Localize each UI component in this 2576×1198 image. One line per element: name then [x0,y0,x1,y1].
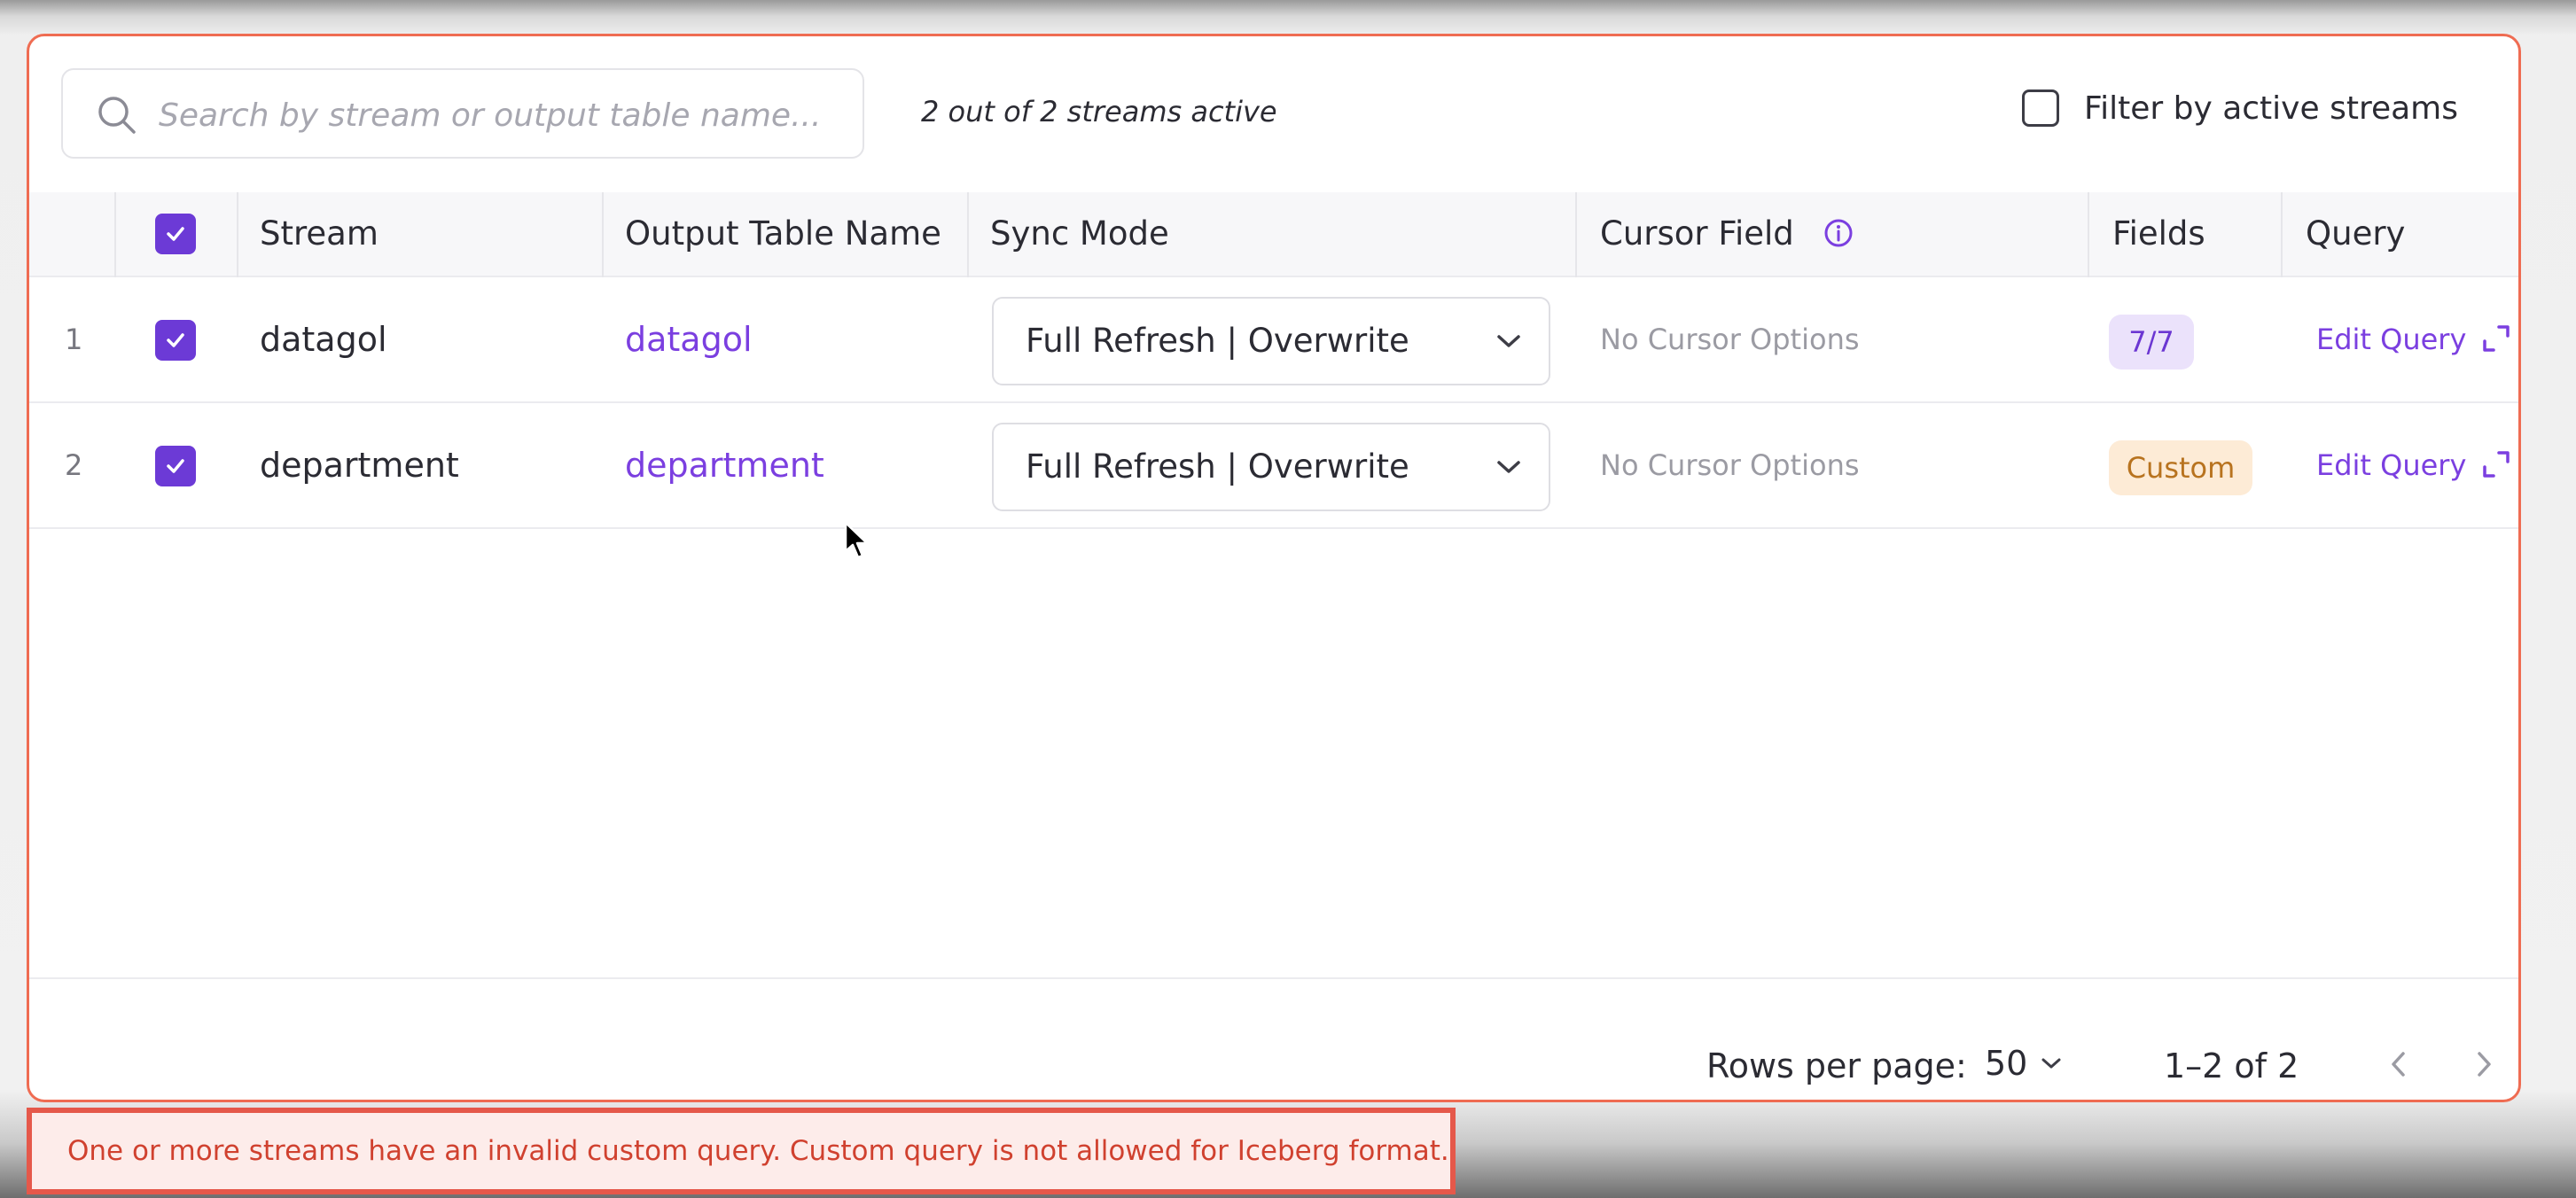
cursor-field-value: No Cursor Options [1600,448,1860,482]
mouse-pointer-icon [844,521,869,559]
row-select-checkbox[interactable] [155,320,196,361]
check-icon [167,459,184,473]
expand-icon[interactable] [2481,449,2511,479]
chevron-left-icon [2392,1052,2405,1077]
search-input[interactable] [157,86,843,144]
chevron-down-icon [2041,1058,2061,1069]
fields-count-badge[interactable]: 7/7 [2109,315,2194,370]
edit-query-link[interactable]: Edit Query [2316,403,2466,527]
header-cursor-field-label: Cursor Field [1600,214,1794,253]
column-divider [114,192,116,277]
footer-divider [29,977,2518,979]
table-header: Stream Output Table Name Sync Mode Curso… [29,192,2518,277]
header-output-table-name[interactable]: Output Table Name [625,192,941,276]
sync-mode-select[interactable]: Full Refresh | Overwrite [992,297,1550,385]
chevron-right-icon [2478,1052,2491,1077]
row-index: 1 [65,323,83,356]
sync-mode-value: Full Refresh | Overwrite [1026,447,1409,486]
search-box[interactable] [61,68,864,159]
row-select-checkbox[interactable] [155,446,196,486]
check-icon [167,333,184,347]
row-index: 2 [65,448,83,482]
header-query[interactable]: Query [2306,192,2405,276]
expand-icon[interactable] [2481,323,2511,354]
active-streams-count: 2 out of 2 streams active [921,95,1277,128]
select-all-checkbox[interactable] [155,214,196,254]
rows-per-page-label: Rows per page: [1706,1046,1967,1085]
column-divider [967,192,969,277]
cursor-field-value: No Cursor Options [1600,323,1860,356]
column-divider [1575,192,1577,277]
header-sync-mode[interactable]: Sync Mode [990,192,1169,276]
column-divider [2088,192,2089,277]
stream-name: datagol [260,320,387,359]
output-table-link[interactable]: department [625,403,824,527]
column-divider [2281,192,2283,277]
rows-per-page-value: 50 [1985,1044,2028,1083]
chevron-down-icon [1497,461,1520,473]
fields-custom-badge[interactable]: Custom [2109,440,2252,495]
stream-name: department [260,446,459,485]
filter-active-checkbox[interactable] [2022,89,2059,127]
column-divider [237,192,238,277]
table-row: 2 department department Full Refresh | O… [29,403,2518,529]
header-fields[interactable]: Fields [2112,192,2205,276]
check-icon [167,227,184,241]
error-message-bar: One or more streams have an invalid cust… [27,1108,1456,1194]
chevron-down-icon [1497,335,1520,347]
info-icon[interactable] [1823,217,1854,249]
output-table-link[interactable]: datagol [625,277,753,401]
sync-mode-select[interactable]: Full Refresh | Overwrite [992,423,1550,511]
search-icon [98,97,136,134]
column-divider [602,192,604,277]
filter-active-streams[interactable]: Filter by active streams [2022,89,2458,127]
previous-page-button[interactable] [2377,1038,2421,1091]
filter-active-label: Filter by active streams [2084,89,2458,127]
table-row: 1 datagol datagol Full Refresh | Overwri… [29,277,2518,403]
streams-panel: 2 out of 2 streams active Filter by acti… [27,34,2521,1102]
error-message: One or more streams have an invalid cust… [67,1135,1449,1167]
edit-query-link[interactable]: Edit Query [2316,277,2466,401]
rows-per-page-select[interactable]: 50 [1985,1036,2063,1091]
next-page-button[interactable] [2462,1038,2506,1091]
pagination-range: 1–2 of 2 [2164,1046,2299,1085]
sync-mode-value: Full Refresh | Overwrite [1026,322,1409,360]
header-stream[interactable]: Stream [260,192,379,276]
header-cursor-field[interactable]: Cursor Field [1600,192,1854,276]
